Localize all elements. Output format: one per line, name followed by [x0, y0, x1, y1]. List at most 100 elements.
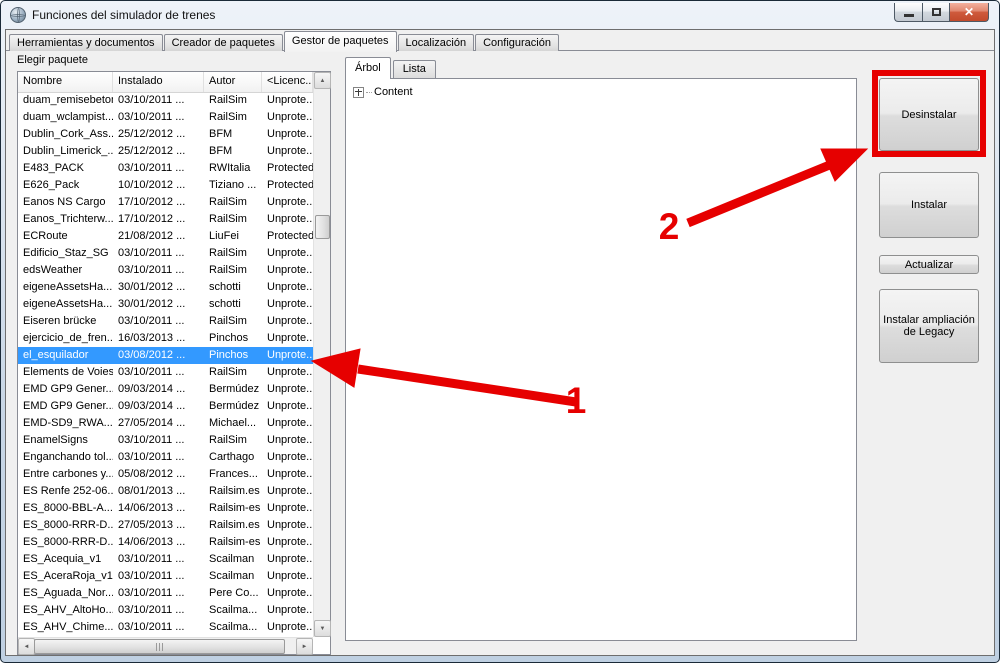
cell-author: Scailma... — [204, 619, 262, 636]
cell-name: el_esquilador — [18, 347, 113, 364]
table-row[interactable]: ECRoute 21/08/2012 ... LiuFei Protected — [18, 228, 313, 245]
table-row[interactable]: Eanos_Trichterw... 17/10/2012 ... RailSi… — [18, 211, 313, 228]
table-row[interactable]: Eanos NS Cargo 17/10/2012 ... RailSim Un… — [18, 194, 313, 211]
main-tab[interactable]: Gestor de paquetes — [284, 31, 397, 52]
cell-license: Unprote.. — [262, 517, 313, 534]
minimize-button[interactable] — [894, 3, 922, 22]
table-row[interactable]: ES_8000-RRR-D... 27/05/2013 ... Railsim.… — [18, 517, 313, 534]
tree-node-content[interactable]: Content — [353, 86, 856, 98]
table-row[interactable]: edsWeather 03/10/2011 ... RailSim Unprot… — [18, 262, 313, 279]
table-row[interactable]: ES_AHV_Chime... 03/10/2011 ... Scailma..… — [18, 619, 313, 636]
cell-license: Unprote.. — [262, 92, 313, 109]
main-content: Elegir paquete Nombre Instalado Autor <L… — [6, 50, 994, 655]
vertical-scroll-thumb[interactable] — [315, 215, 330, 239]
cell-license: Unprote.. — [262, 143, 313, 160]
expand-plus-icon[interactable] — [353, 87, 364, 98]
cell-installed: 14/06/2013 ... — [113, 534, 204, 551]
table-row[interactable]: EnamelSigns 03/10/2011 ... RailSim Unpro… — [18, 432, 313, 449]
cell-license: Unprote.. — [262, 534, 313, 551]
table-row[interactable]: ES_8000-RRR-D... 14/06/2013 ... Railsim-… — [18, 534, 313, 551]
table-row[interactable]: Dublin_Limerick_... 25/12/2012 ... BFM U… — [18, 143, 313, 160]
table-row[interactable]: ES_Acequia_v1 03/10/2011 ... Scailman Un… — [18, 551, 313, 568]
table-row[interactable]: E483_PACK 03/10/2011 ... RWItalia Protec… — [18, 160, 313, 177]
main-tab[interactable]: Herramientas y documentos — [9, 34, 163, 51]
cell-installed: 30/01/2012 ... — [113, 296, 204, 313]
scroll-down-button[interactable]: ▼ — [314, 620, 331, 637]
cell-installed: 03/10/2011 ... — [113, 449, 204, 466]
cell-license: Unprote.. — [262, 500, 313, 517]
tree-connector — [366, 92, 372, 93]
table-row[interactable]: ES Renfe 252-06... 08/01/2013 ... Railsi… — [18, 483, 313, 500]
table-row[interactable]: EMD-SD9_RWA... 27/05/2014 ... Michael...… — [18, 415, 313, 432]
cell-author: LiuFei — [204, 228, 262, 245]
table-row[interactable]: E626_Pack 10/10/2012 ... Tiziano ... Pro… — [18, 177, 313, 194]
main-tab[interactable]: Configuración — [475, 34, 559, 51]
cell-installed: 14/06/2013 ... — [113, 500, 204, 517]
uninstall-button[interactable]: Desinstalar — [879, 78, 979, 151]
table-row[interactable]: ES_AceraRoja_v1 03/10/2011 ... Scailman … — [18, 568, 313, 585]
table-row[interactable]: Eiseren brücke 03/10/2011 ... RailSim Un… — [18, 313, 313, 330]
cell-name: ejercicio_de_fren... — [18, 330, 113, 347]
cell-author: BFM — [204, 126, 262, 143]
cell-name: Edificio_Staz_SG — [18, 245, 113, 262]
cell-name: ES_8000-RRR-D... — [18, 517, 113, 534]
table-row[interactable]: ejercicio_de_fren... 16/03/2013 ... Pinc… — [18, 330, 313, 347]
column-header-name[interactable]: Nombre — [18, 72, 113, 92]
table-row[interactable]: ES_8000-BBL-A... 14/06/2013 ... Railsim-… — [18, 500, 313, 517]
cell-license: Unprote.. — [262, 211, 313, 228]
legacy-install-button[interactable]: Instalar ampliación de Legacy — [879, 289, 979, 363]
main-tab[interactable]: Localización — [398, 34, 475, 51]
table-row[interactable]: duam_wclampist... 03/10/2011 ... RailSim… — [18, 109, 313, 126]
viewer-tab[interactable]: Árbol — [345, 57, 391, 79]
cell-installed: 03/10/2011 ... — [113, 551, 204, 568]
cell-license: Unprote.. — [262, 347, 313, 364]
cell-author: RailSim — [204, 432, 262, 449]
scroll-right-button[interactable]: ► — [296, 638, 313, 655]
table-row[interactable]: Entre carbones y... 05/08/2012 ... Franc… — [18, 466, 313, 483]
cell-installed: 03/10/2011 ... — [113, 619, 204, 636]
horizontal-scrollbar[interactable]: ◄ ► — [18, 637, 313, 654]
main-tab-strip: Herramientas y documentosCreador de paqu… — [9, 32, 560, 51]
close-icon: ✕ — [964, 5, 974, 19]
app-window: Funciones del simulador de trenes ✕ Herr… — [0, 0, 1000, 663]
table-row[interactable]: EMD GP9 Gener... 09/03/2014 ... Bermúdez… — [18, 398, 313, 415]
viewer-tab[interactable]: Lista — [393, 60, 436, 78]
cell-installed: 16/03/2013 ... — [113, 330, 204, 347]
column-header-license[interactable]: <Licenc.. — [262, 72, 313, 92]
table-row[interactable]: duam_remisebeton 03/10/2011 ... RailSim … — [18, 92, 313, 109]
close-button[interactable]: ✕ — [950, 3, 989, 22]
cell-installed: 03/10/2011 ... — [113, 432, 204, 449]
tree-panel: Content — [345, 78, 857, 641]
cell-author: Pere Co... — [204, 585, 262, 602]
cell-installed: 03/10/2011 ... — [113, 92, 204, 109]
table-row[interactable]: eigeneAssetsHa... 30/01/2012 ... schotti… — [18, 279, 313, 296]
table-row[interactable]: el_esquilador 03/08/2012 ... Pinchos Unp… — [18, 347, 313, 364]
table-row[interactable]: Dublin_Cork_Ass... 25/12/2012 ... BFM Un… — [18, 126, 313, 143]
scroll-left-button[interactable]: ◄ — [18, 638, 35, 655]
cell-license: Unprote.. — [262, 126, 313, 143]
cell-installed: 03/10/2011 ... — [113, 245, 204, 262]
update-button[interactable]: Actualizar — [879, 255, 979, 274]
install-button[interactable]: Instalar — [879, 172, 979, 238]
cell-license: Protected — [262, 228, 313, 245]
viewer-tab-strip: ÁrbolLista — [345, 57, 438, 78]
app-globe-icon — [10, 7, 26, 23]
table-row[interactable]: ES_Aguada_Nor... 03/10/2011 ... Pere Co.… — [18, 585, 313, 602]
cell-installed: 03/10/2011 ... — [113, 364, 204, 381]
scroll-up-button[interactable]: ▲ — [314, 72, 331, 89]
table-row[interactable]: Enganchando tol... 03/10/2011 ... Cartha… — [18, 449, 313, 466]
horizontal-scroll-thumb[interactable] — [34, 639, 285, 654]
table-row[interactable]: EMD GP9 Gener... 09/03/2014 ... Bermúdez… — [18, 381, 313, 398]
vertical-scrollbar[interactable]: ▲ ▼ — [313, 72, 330, 637]
table-row[interactable]: Edificio_Staz_SG 03/10/2011 ... RailSim … — [18, 245, 313, 262]
column-header-installed[interactable]: Instalado — [113, 72, 204, 92]
main-tab[interactable]: Creador de paquetes — [164, 34, 283, 51]
maximize-button[interactable] — [922, 3, 950, 22]
cell-license: Unprote.. — [262, 330, 313, 347]
table-row[interactable]: Elements de Voies 03/10/2011 ... RailSim… — [18, 364, 313, 381]
maximize-icon — [932, 8, 941, 16]
table-row[interactable]: ES_AHV_AltoHo... 03/10/2011 ... Scailma.… — [18, 602, 313, 619]
table-row[interactable]: eigeneAssetsHa... 30/01/2012 ... schotti… — [18, 296, 313, 313]
column-header-author[interactable]: Autor — [204, 72, 262, 92]
cell-installed: 09/03/2014 ... — [113, 398, 204, 415]
